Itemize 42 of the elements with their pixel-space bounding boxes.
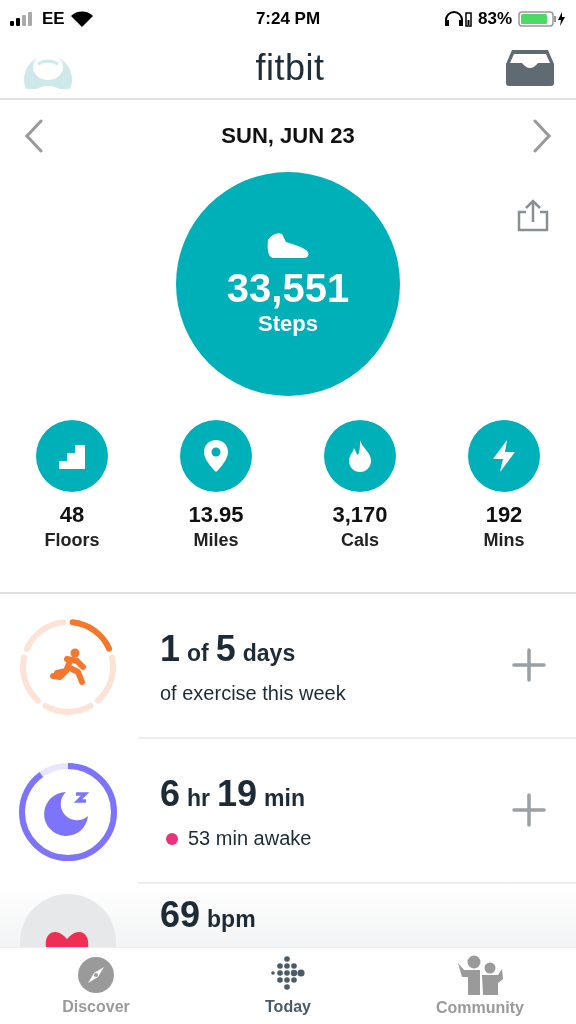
- status-dot: [166, 832, 178, 845]
- date-title: SUN, JUN 23: [221, 123, 355, 149]
- tab-bar-item[interactable]: Community: [384, 948, 576, 1024]
- tab-bar-item[interactable]: Today: [192, 948, 384, 1024]
- location-pin-icon: [203, 439, 229, 473]
- inbox-icon[interactable]: [506, 50, 554, 86]
- battery-percent: 83%: [477, 9, 512, 29]
- tile-subtitle: 53 min awake: [188, 827, 312, 850]
- stat-label: Floors: [44, 530, 100, 551]
- stat-label: Miles: [193, 530, 239, 551]
- previous-day-chevron-icon[interactable]: [24, 119, 44, 153]
- stat-value: 3,170: [332, 502, 388, 528]
- tile-headline: 69 bpm: [160, 894, 257, 936]
- headphones-icon: [443, 11, 472, 27]
- carrier-name: EE: [42, 9, 65, 29]
- steps-label: Steps: [258, 310, 318, 337]
- lightning-icon: [490, 439, 518, 473]
- share-icon[interactable]: [516, 198, 550, 232]
- battery-charging-icon: [518, 11, 566, 27]
- steps-count: 33,551: [226, 265, 350, 311]
- tile-headline: 6 hr 19 min: [160, 773, 306, 815]
- add-button[interactable]: [512, 793, 546, 830]
- clock-time: 7:24 PM: [255, 9, 321, 29]
- stat-value: 13.95: [188, 502, 244, 528]
- tile-headline: 1 of 5 days: [160, 628, 297, 670]
- stat-value: 48: [59, 502, 85, 528]
- wifi-icon: [70, 11, 93, 27]
- tab-bar-item[interactable]: Discover: [0, 948, 192, 1024]
- stat-label: Cals: [341, 530, 379, 551]
- shoe-icon: [266, 231, 310, 260]
- people-icon: [456, 955, 504, 995]
- compass-icon: [77, 956, 115, 994]
- app-logo: fitbit: [255, 47, 325, 89]
- heart-icon: [44, 930, 90, 947]
- tile-subtitle: of exercise this week: [160, 682, 346, 705]
- add-button[interactable]: [512, 648, 546, 685]
- stat-label: Mins: [483, 530, 525, 551]
- flame-icon: [347, 439, 373, 473]
- stat-value: 192: [485, 502, 523, 528]
- runner-icon: [50, 648, 86, 685]
- next-day-chevron-icon[interactable]: [532, 119, 552, 153]
- steps-circle[interactable]: 33,551 Steps: [176, 172, 400, 396]
